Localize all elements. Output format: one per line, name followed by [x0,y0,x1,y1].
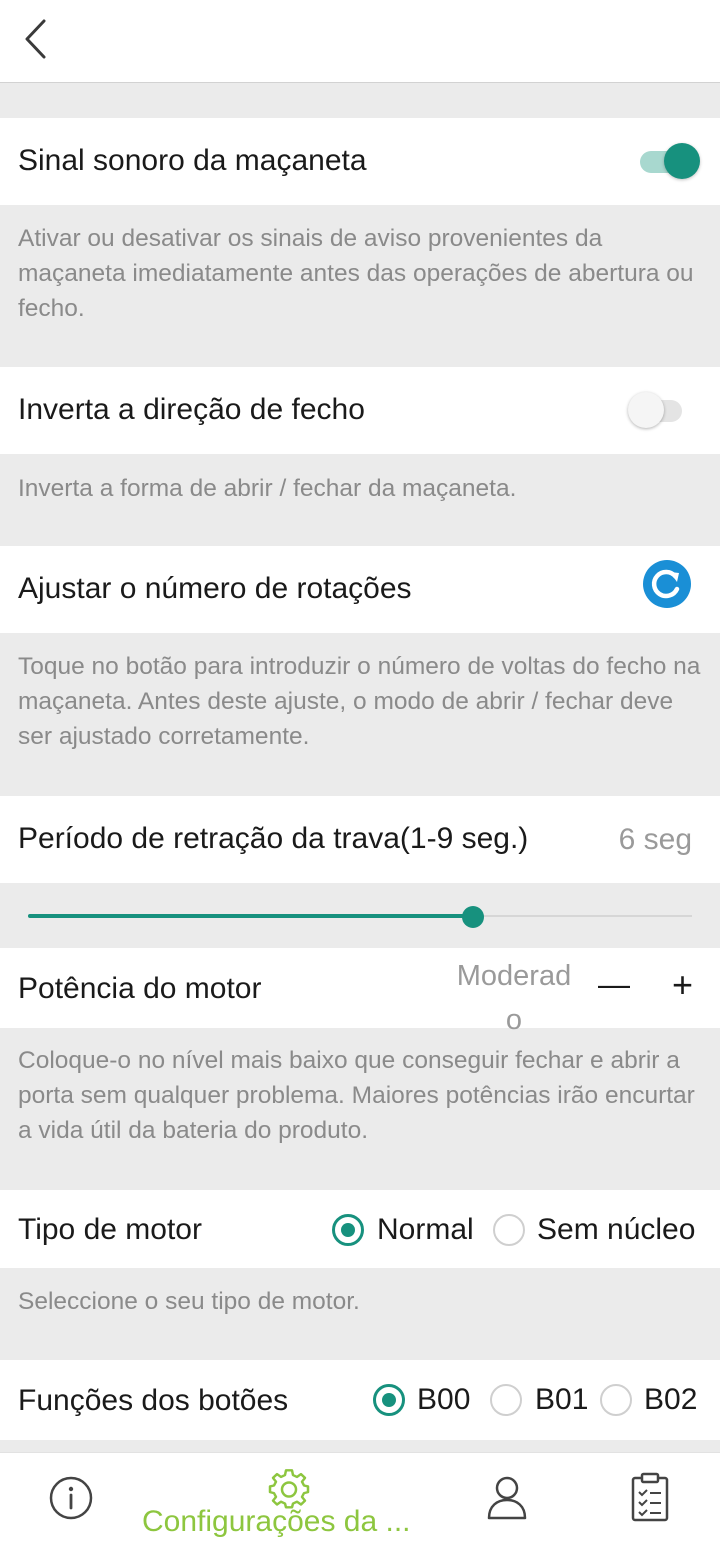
radio-motor-normal-label[interactable]: Normal [377,1213,474,1247]
motor-power-value: Moderad o [456,960,572,1036]
radio-b00[interactable] [373,1384,405,1416]
latch-retraction-title: Período de retração da trava(1-9 seg.) [18,822,529,855]
invert-direction-title: Inverta a direção de fecho [18,393,365,426]
button-functions-title: Funções dos botões [18,1384,289,1417]
refresh-icon [643,560,691,608]
handle-beep-description: Ativar ou desativar os sinais de aviso p… [18,225,694,322]
refresh-button[interactable] [642,559,692,609]
clipboard-icon [631,1472,669,1522]
user-icon [487,1476,527,1520]
motor-type-title: Tipo de motor [18,1213,202,1246]
invert-direction-row: Inverta a direção de fecho [0,367,720,454]
decrease-button[interactable]: — [598,966,630,1003]
back-button[interactable] [20,18,54,62]
top-bar [0,0,720,83]
nav-info[interactable] [48,1475,94,1521]
radio-b02-label[interactable]: B02 [644,1383,697,1417]
rotations-description: Toque no botão para introduzir o número … [18,653,701,750]
latch-retraction-row: Período de retração da trava(1-9 seg.) 6… [0,796,720,883]
radio-motor-coreless[interactable] [493,1214,525,1246]
nav-settings[interactable]: Configurações da ... [140,1463,440,1541]
radio-motor-coreless-label[interactable]: Sem núcleo [537,1213,695,1247]
radio-b01-label[interactable]: B01 [535,1383,588,1417]
slider-fill [28,914,473,918]
motor-type-row: Tipo de motor Normal Sem núcleo [0,1190,720,1268]
handle-beep-title: Sinal sonoro da maçaneta [18,144,367,177]
radio-b01[interactable] [490,1384,522,1416]
motor-type-description: Seleccione o seu tipo de motor. [18,1288,360,1315]
radio-motor-normal[interactable] [332,1214,364,1246]
nav-settings-label: Configurações da ... [142,1505,411,1538]
button-functions-row: Funções dos botões B00 B01 B02 [0,1360,720,1440]
rotations-title: Ajustar o número de rotações [18,572,412,605]
invert-direction-description: Inverta a forma de abrir / fechar da maç… [18,475,517,502]
nav-user[interactable] [484,1473,530,1523]
handle-beep-row: Sinal sonoro da maçaneta [0,118,720,205]
info-icon [49,1476,93,1520]
increase-button[interactable]: + [672,964,693,1006]
rotations-row: Ajustar o número de rotações [0,546,720,633]
chevron-left-icon [25,19,46,59]
latch-retraction-value: 6 seg [618,823,692,856]
radio-b00-label[interactable]: B00 [417,1383,470,1417]
radio-b02[interactable] [600,1384,632,1416]
nav-clipboard[interactable] [628,1471,672,1523]
handle-beep-toggle[interactable] [640,143,700,179]
motor-power-row: Potência do motor Moderad o — + [0,948,720,1036]
motor-power-description: Coloque-o no nível mais baixo que conseg… [18,1047,695,1144]
motor-power-title: Potência do motor [18,972,262,1005]
latch-slider-area [0,883,720,948]
slider-thumb[interactable] [461,906,484,928]
invert-direction-toggle[interactable] [628,392,690,428]
bottom-nav: Configurações da ... [0,1452,720,1542]
